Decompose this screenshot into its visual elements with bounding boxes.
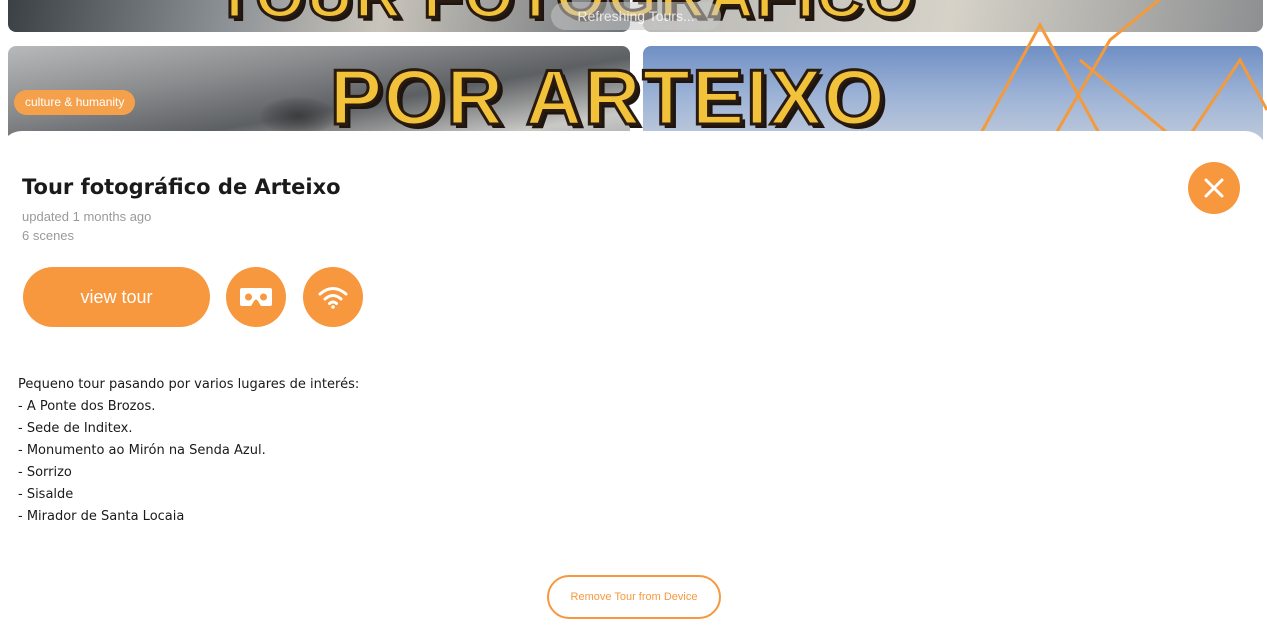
banner-title-line2: POR ARTEIXO bbox=[329, 52, 887, 143]
tour-title: Tour fotográfico de Arteixo bbox=[22, 175, 341, 199]
description-line: - Sisalde bbox=[18, 487, 74, 502]
description-line: - Sorrizo bbox=[18, 465, 72, 480]
description-line: - Monumento ao Mirón na Senda Azul. bbox=[18, 443, 266, 458]
vr-headset-icon bbox=[240, 288, 272, 306]
close-button[interactable] bbox=[1188, 162, 1240, 214]
close-icon bbox=[1204, 178, 1224, 198]
view-tour-button[interactable]: view tour bbox=[23, 267, 210, 327]
tour-scenes-count: 6 scenes bbox=[22, 228, 75, 243]
tour-detail-sheet: Tour fotográfico de Arteixo updated 1 mo… bbox=[0, 131, 1267, 635]
offline-download-button[interactable] bbox=[303, 267, 363, 327]
decorative-lines bbox=[980, 0, 1267, 135]
description-line: - A Ponte dos Brozos. bbox=[18, 399, 156, 414]
wifi-icon bbox=[318, 287, 348, 309]
tour-description: Pequeno tour pasando por varios lugares … bbox=[18, 374, 359, 528]
remove-tour-button[interactable]: Remove Tour from Device bbox=[547, 575, 721, 619]
vr-mode-button[interactable] bbox=[226, 267, 286, 327]
description-line: Pequeno tour pasando por varios lugares … bbox=[18, 377, 360, 392]
category-badge: culture & humanity bbox=[14, 90, 136, 115]
description-line: - Mirador de Santa Locaia bbox=[18, 509, 185, 524]
tour-updated-text: updated 1 months ago bbox=[22, 209, 152, 224]
description-line: - Sede de Inditex. bbox=[18, 421, 133, 436]
refresh-status: Refreshing Tours... bbox=[551, 2, 721, 30]
card-image-tree bbox=[258, 96, 338, 136]
